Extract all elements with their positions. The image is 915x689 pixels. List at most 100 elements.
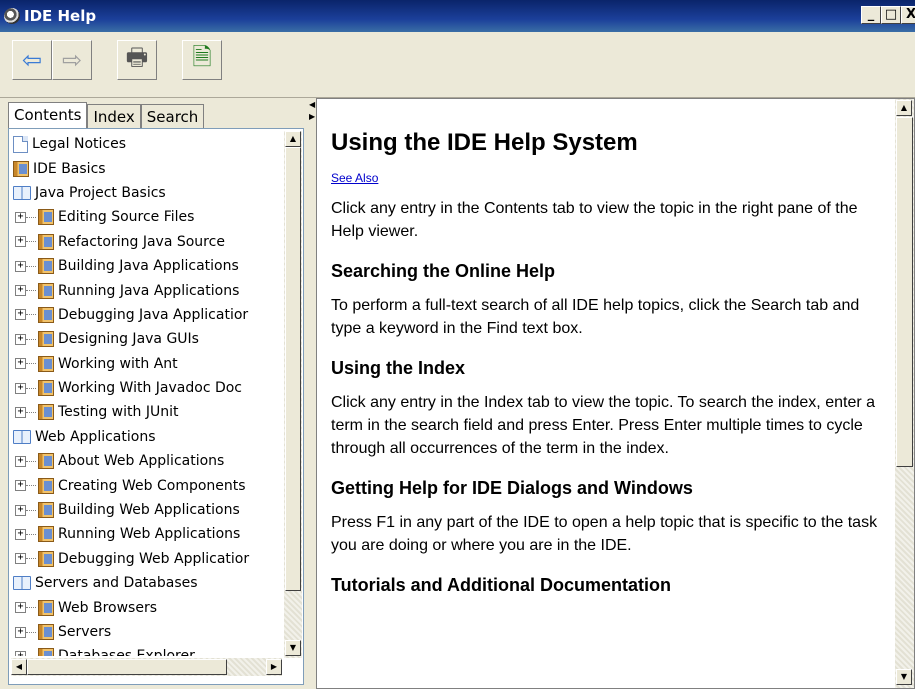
tree-horizontal-scrollbar[interactable]: ◀ ▶ <box>11 658 282 676</box>
tree-item[interactable]: Web Applications <box>11 425 279 449</box>
collapse-left-icon[interactable]: ◀ <box>309 100 315 109</box>
tree-item[interactable]: + Debugging Web Applicatior <box>11 547 279 571</box>
expand-icon[interactable]: + <box>15 455 26 467</box>
expand-icon[interactable]: + <box>15 382 26 394</box>
tab-contents[interactable]: Contents <box>8 102 88 128</box>
tree-item-label: Working with Ant <box>58 355 178 372</box>
open-book-icon <box>13 429 31 444</box>
tree-item[interactable]: + Working With Javadoc Doc <box>11 376 279 400</box>
expand-icon[interactable]: + <box>15 309 26 321</box>
tree-item[interactable]: + Web Browsers <box>11 595 279 619</box>
book-icon <box>38 550 54 567</box>
tree-item[interactable]: + Building Web Applications <box>11 498 279 522</box>
open-book-icon <box>13 185 31 200</box>
expand-icon[interactable]: + <box>15 602 26 614</box>
tree-connector <box>26 411 36 413</box>
expand-icon[interactable]: + <box>15 504 26 516</box>
close-button[interactable]: X <box>901 6 915 24</box>
open-book-icon <box>13 576 31 591</box>
back-button[interactable]: ⇦ <box>12 40 52 80</box>
scroll-right-button[interactable]: ▶ <box>266 659 282 675</box>
tree-connector <box>26 363 36 365</box>
maximize-button[interactable]: □ <box>881 6 901 24</box>
tree-item-label: Debugging Web Applicatior <box>58 550 250 567</box>
tree-connector <box>26 607 36 609</box>
collapse-right-icon[interactable]: ▶ <box>309 112 315 121</box>
page-setup-button[interactable]: 🗎 <box>182 40 222 80</box>
help-content-pane: Using the IDE Help System See Also Click… <box>316 98 915 689</box>
tree-item-label: Editing Source Files <box>58 209 195 226</box>
tree-item-label: Running Java Applications <box>58 282 240 299</box>
tree-item[interactable]: + Running Java Applications <box>11 278 279 302</box>
window-controls: _ □ X <box>861 6 915 24</box>
content-scroll-up-button[interactable]: ▲ <box>896 100 912 116</box>
tree-item[interactable]: + Working with Ant <box>11 352 279 376</box>
tree-item[interactable]: IDE Basics <box>11 156 279 180</box>
tree-item-label: Legal Notices <box>32 136 126 153</box>
book-icon <box>38 404 54 421</box>
expand-icon[interactable]: + <box>15 626 26 638</box>
tree-vertical-scrollbar[interactable]: ▲ ▼ <box>284 131 302 658</box>
expand-icon[interactable]: + <box>15 406 26 418</box>
expand-icon[interactable]: + <box>15 260 26 272</box>
tree-item[interactable]: + Editing Source Files <box>11 205 279 229</box>
tree-item-label: IDE Basics <box>33 160 106 177</box>
tree-item-label: Servers and Databases <box>35 575 198 592</box>
tree-item-label: Java Project Basics <box>35 184 166 201</box>
scroll-left-button[interactable]: ◀ <box>11 659 27 675</box>
book-icon <box>38 453 54 470</box>
content-scroll-down-button[interactable]: ▼ <box>896 669 912 685</box>
tree-item[interactable]: + Debugging Java Applicatior <box>11 303 279 327</box>
horizontal-scroll-thumb[interactable] <box>27 659 227 675</box>
content-scroll-thumb[interactable] <box>896 117 913 467</box>
scroll-down-button[interactable]: ▼ <box>285 640 301 656</box>
expand-icon[interactable]: + <box>15 358 26 370</box>
title-bar[interactable]: IDE Help _ □ X <box>0 0 915 32</box>
print-button[interactable]: 🖶 <box>117 40 157 80</box>
expand-icon[interactable]: + <box>15 285 26 297</box>
tree-item[interactable]: + About Web Applications <box>11 449 279 473</box>
tree-item[interactable]: + Running Web Applications <box>11 522 279 546</box>
pane-splitter[interactable]: ◀ ▶ <box>308 98 316 688</box>
content-vertical-scrollbar[interactable]: ▲ ▼ <box>895 99 914 688</box>
expand-icon[interactable]: + <box>15 480 26 492</box>
book-icon <box>38 306 54 323</box>
contents-tree: Legal Notices IDE Basics Java Project Basi… <box>11 132 279 656</box>
tree-item-label: Debugging Java Applicatior <box>58 306 249 323</box>
section-body: To perform a full-text search of all IDE… <box>331 297 860 337</box>
book-icon <box>38 380 54 397</box>
tree-item[interactable]: + Servers <box>11 620 279 644</box>
book-icon <box>38 209 54 226</box>
tab-search[interactable]: Search <box>140 104 205 128</box>
expand-icon[interactable]: + <box>15 553 26 565</box>
tree-item[interactable]: + Databases Explorer <box>11 644 279 656</box>
expand-icon[interactable]: + <box>15 211 26 223</box>
tree-item[interactable]: + Designing Java GUIs <box>11 327 279 351</box>
tree-connector <box>26 216 36 218</box>
tree-item-label: Web Browsers <box>58 599 157 616</box>
tree-item[interactable]: Java Project Basics <box>11 181 279 205</box>
expand-icon[interactable]: + <box>15 650 26 656</box>
page-title: Using the IDE Help System <box>331 129 638 156</box>
tree-item[interactable]: + Testing with JUnit <box>11 400 279 424</box>
tree-item[interactable]: Servers and Databases <box>11 571 279 595</box>
expand-icon[interactable]: + <box>15 236 26 248</box>
book-icon <box>38 355 54 372</box>
tree-item-label: Servers <box>58 624 112 640</box>
scroll-thumb[interactable] <box>285 147 301 591</box>
toolbar: ⇦ ⇨ 🖶 🗎 <box>0 32 915 98</box>
expand-icon[interactable]: + <box>15 333 26 345</box>
see-also-link[interactable]: See Also <box>331 171 887 185</box>
tab-index[interactable]: Index <box>87 104 141 128</box>
tree-item[interactable]: + Refactoring Java Source <box>11 230 279 254</box>
tree-connector <box>26 558 36 560</box>
expand-icon[interactable]: + <box>15 528 26 540</box>
scroll-up-button[interactable]: ▲ <box>285 131 301 147</box>
tree-item[interactable]: + Building Java Applications <box>11 254 279 278</box>
section-heading: Getting Help for IDE Dialogs and Windows <box>331 478 693 498</box>
tree-item[interactable]: Legal Notices <box>11 132 279 156</box>
minimize-button[interactable]: _ <box>861 6 881 24</box>
forward-button[interactable]: ⇨ <box>52 40 92 80</box>
tree-connector <box>26 241 36 243</box>
tree-item[interactable]: + Creating Web Components <box>11 473 279 497</box>
